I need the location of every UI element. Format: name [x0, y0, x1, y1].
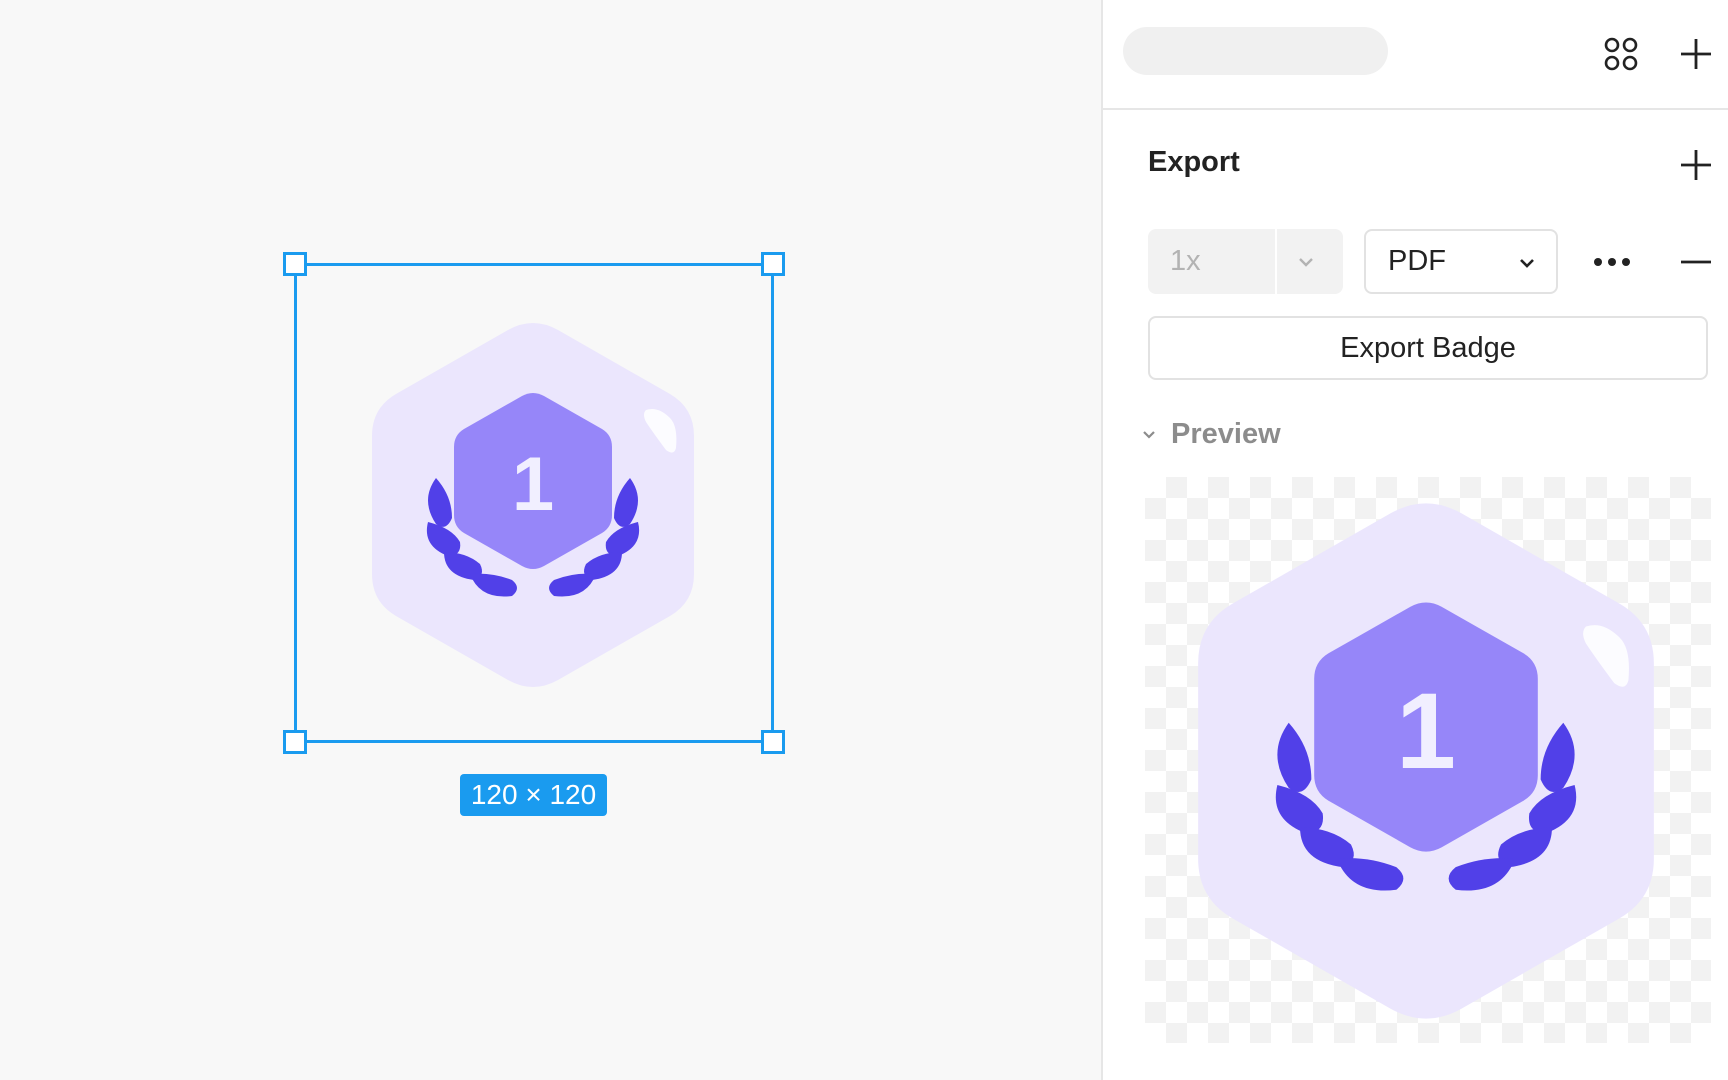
- dot: [1622, 258, 1630, 266]
- panel-toolbar: [1103, 0, 1728, 110]
- preview-badge-number: 1: [1396, 671, 1456, 791]
- export-section-title: Export: [1148, 146, 1240, 178]
- badge-number: 1: [512, 442, 554, 527]
- design-canvas[interactable]: 1 120 × 120: [0, 0, 1100, 1080]
- properties-panel: Export 1x PDF Export Badge Preview 1: [1101, 0, 1728, 1080]
- more-options-icon[interactable]: [1587, 238, 1637, 286]
- export-format-select[interactable]: PDF: [1364, 229, 1558, 294]
- export-scale-select[interactable]: 1x: [1148, 229, 1343, 294]
- export-preview: 1: [1145, 477, 1711, 1043]
- badge-graphic[interactable]: 1: [358, 310, 708, 700]
- dot: [1608, 258, 1616, 266]
- resize-handle-top-left[interactable]: [283, 252, 307, 276]
- resize-handle-bottom-left[interactable]: [283, 730, 307, 754]
- layer-name-field[interactable]: [1123, 27, 1388, 75]
- preview-badge-graphic: 1: [1198, 503, 1654, 1019]
- selection-size-label: 120 × 120: [460, 774, 607, 816]
- add-plus-icon[interactable]: [1672, 30, 1720, 78]
- dot: [1594, 258, 1602, 266]
- preview-label: Preview: [1171, 417, 1281, 450]
- remove-export-minus-icon[interactable]: [1672, 238, 1720, 286]
- resize-handle-top-right[interactable]: [761, 252, 785, 276]
- chevron-down-icon: [1520, 259, 1534, 268]
- components-grid-icon[interactable]: [1597, 30, 1645, 78]
- chevron-down-icon: [1143, 431, 1155, 439]
- app-root: 1 120 × 120 Export 1x PDF Export Badge P…: [0, 0, 1728, 1080]
- chevron-down-icon[interactable]: [1293, 249, 1319, 275]
- export-badge-button[interactable]: Export Badge: [1148, 316, 1708, 380]
- preview-toggle[interactable]: Preview: [1139, 412, 1281, 456]
- scale-divider: [1275, 229, 1277, 294]
- format-value: PDF: [1388, 245, 1446, 277]
- resize-handle-bottom-right[interactable]: [761, 730, 785, 754]
- scale-value[interactable]: 1x: [1170, 229, 1201, 294]
- add-export-plus-icon[interactable]: [1672, 141, 1720, 189]
